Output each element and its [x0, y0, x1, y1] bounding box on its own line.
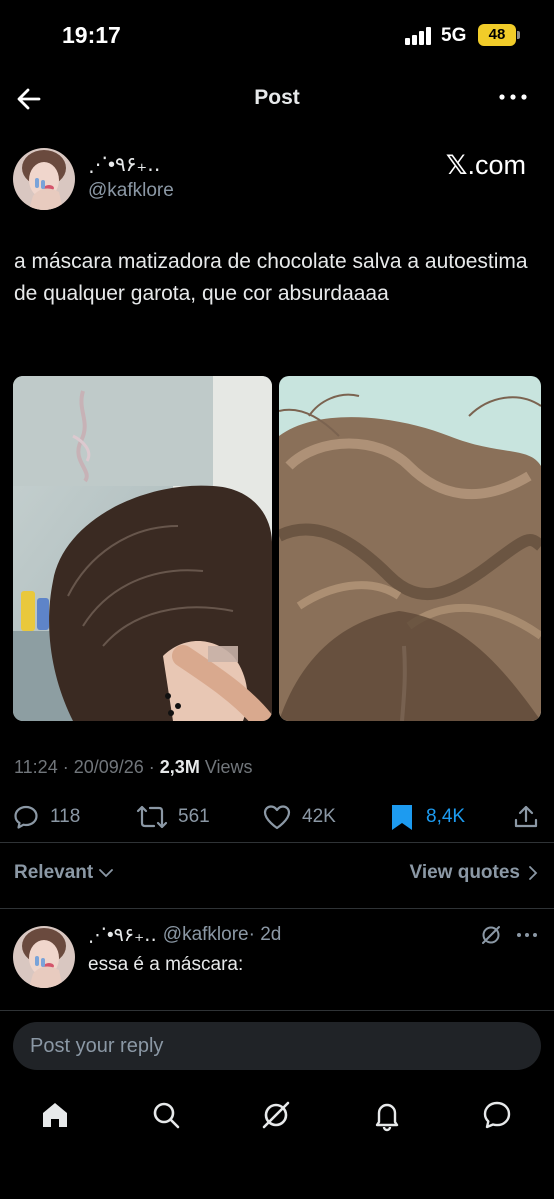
avatar[interactable]	[13, 148, 75, 210]
more-icon[interactable]	[516, 932, 538, 938]
post-text: a máscara matizadora de chocolate salva …	[14, 250, 528, 305]
x-logo-icon: 𝕏	[445, 150, 468, 180]
like-icon	[263, 805, 291, 830]
post-image-2[interactable]	[279, 376, 541, 721]
author-handle[interactable]: @kafklore	[88, 180, 174, 202]
search-icon[interactable]	[149, 1098, 183, 1132]
page-title: Post	[254, 86, 300, 109]
bookmark-icon	[392, 805, 412, 830]
source-badge-text: .com	[467, 150, 526, 180]
reply-handle[interactable]: @kafklore	[163, 924, 249, 947]
reply-avatar[interactable]	[13, 926, 75, 988]
view-quotes-label: View quotes	[409, 862, 520, 883]
status-bar: 19:17 5G 48	[0, 0, 554, 70]
share-icon	[514, 805, 538, 828]
top-navigation: Post	[0, 72, 554, 124]
post-image-1[interactable]	[13, 376, 272, 721]
reply-count: 118	[50, 806, 81, 827]
messages-icon[interactable]	[480, 1098, 514, 1132]
more-icon[interactable]	[498, 90, 528, 104]
repost-icon	[136, 805, 168, 829]
sort-label: Relevant	[14, 862, 94, 883]
divider	[0, 842, 554, 843]
post-date[interactable]: 20/09/26	[74, 757, 144, 777]
reply-age: · 2d	[248, 924, 282, 945]
composer-placeholder: Post your reply	[30, 1035, 164, 1057]
network-type: 5G	[441, 25, 467, 46]
like-button[interactable]: 42K	[262, 797, 336, 837]
chevron-right-icon	[529, 866, 538, 880]
reply-display-name[interactable]: ⋰•٩۶₊‥	[88, 924, 157, 947]
sort-replies-button[interactable]: Relevant	[14, 862, 114, 884]
notifications-icon[interactable]	[370, 1098, 404, 1132]
reply-button[interactable]: 118	[12, 797, 80, 837]
source-badge: 𝕏.com	[446, 150, 526, 181]
reply-header: ⋰•٩۶₊‥ @kafklore · 2d	[88, 924, 281, 947]
signal-icon	[405, 27, 433, 45]
author-display-name[interactable]: ⋰•٩۶₊‥	[88, 152, 160, 177]
reply-icon	[14, 805, 38, 829]
post-meta: 11:24 · 20/09/26 · 2,3M Views	[14, 757, 253, 777]
repost-button[interactable]: 561	[136, 797, 210, 837]
post-time[interactable]: 11:24	[14, 757, 58, 777]
reply-text: essa é a máscara:	[88, 954, 244, 975]
views-count: 2,3M	[159, 757, 200, 777]
reply-composer[interactable]: Post your reply	[13, 1022, 541, 1070]
grok-icon[interactable]	[259, 1098, 293, 1132]
bookmark-count: 8,4K	[426, 806, 466, 827]
chevron-down-icon	[99, 869, 114, 878]
battery-indicator: 48	[478, 24, 520, 46]
view-quotes-link[interactable]: View quotes	[409, 862, 538, 884]
divider	[0, 908, 554, 909]
home-icon[interactable]	[38, 1098, 72, 1132]
like-count: 42K	[302, 806, 336, 827]
action-bar: 118 561 42K 8,4K	[0, 797, 554, 837]
repost-count: 561	[178, 806, 210, 827]
share-button[interactable]	[512, 797, 540, 837]
status-time: 19:17	[62, 22, 121, 48]
views-label: Views	[204, 757, 253, 777]
grok-icon[interactable]	[480, 924, 502, 946]
tab-bar	[0, 1090, 554, 1142]
bookmark-button[interactable]: 8,4K	[388, 797, 465, 837]
